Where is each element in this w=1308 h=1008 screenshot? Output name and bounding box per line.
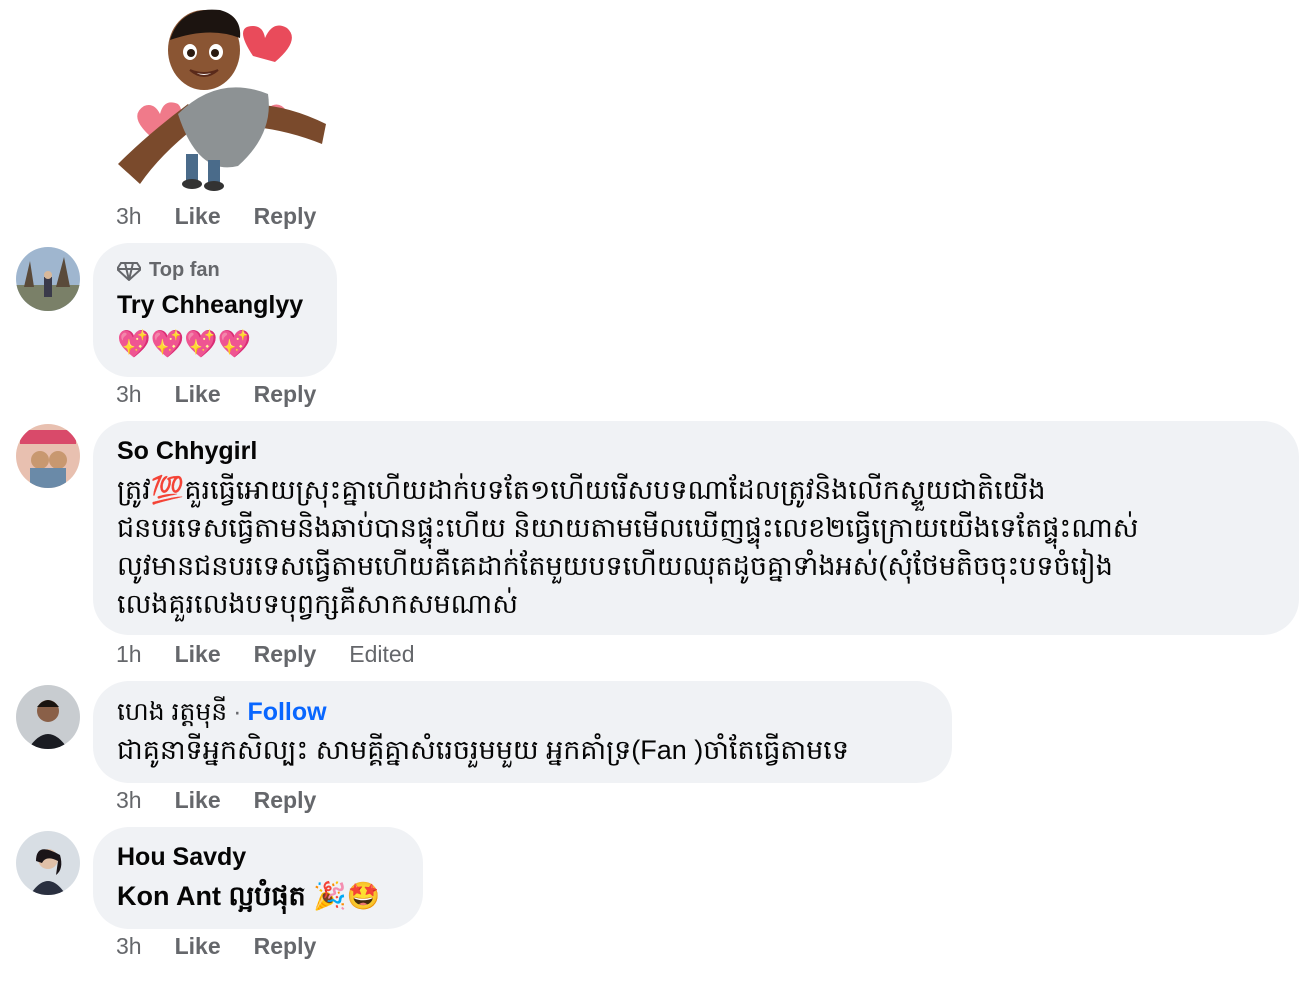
commenter-name[interactable]: Try Chheanglyy xyxy=(117,291,303,320)
badge-label: Top fan xyxy=(149,259,220,281)
reply-button[interactable]: Reply xyxy=(254,641,317,668)
comment-bubble: Hou Savdy Kon Ant ល្អបំផុត 🎉🤩 xyxy=(93,827,423,929)
comment-text: 💖💖💖💖 xyxy=(117,329,252,359)
avatar[interactable] xyxy=(16,685,80,749)
reply-button[interactable]: Reply xyxy=(254,381,317,408)
like-button[interactable]: Like xyxy=(175,203,221,230)
comment-actions: 3h Like Reply xyxy=(116,787,349,814)
reply-button[interactable]: Reply xyxy=(254,933,317,960)
timestamp[interactable]: 3h xyxy=(116,787,142,814)
reply-button[interactable]: Reply xyxy=(254,787,317,814)
commenter-name[interactable]: So Chhygirl xyxy=(117,437,257,466)
comment-text-line: លេងគួរលេងបទបុព្វក្សគឺសាកសមណាស់ xyxy=(117,589,518,619)
sticker-image xyxy=(108,4,340,192)
commenter-name[interactable]: Hou Savdy xyxy=(117,843,246,872)
comment-text-line: លូវមានជនបរទេសធ្វើតាមហើយគឺគេដាក់តែមួយបទហើ… xyxy=(117,551,1113,581)
like-button[interactable]: Like xyxy=(175,641,221,668)
diamond-icon xyxy=(117,261,141,281)
comment-text-line: ជនបរទេសធ្វើតាមនិងឆាប់បានផ្ទុះហើយ និយាយតា… xyxy=(117,513,1139,543)
timestamp[interactable]: 1h xyxy=(116,641,142,668)
commenter-header: ហេង រត្តមុនី · Follow xyxy=(117,698,327,726)
like-button[interactable]: Like xyxy=(175,933,221,960)
avatar[interactable] xyxy=(16,424,80,488)
avatar[interactable] xyxy=(16,247,80,311)
comment-text-line: ត្រូវ💯គួរធ្វើអោយស្រុះគ្នាហើយដាក់បទតែ១ហើយ… xyxy=(117,475,1046,505)
avatar[interactable] xyxy=(16,831,80,895)
comment-text: Kon Ant ល្អបំផុត 🎉🤩 xyxy=(117,881,381,911)
commenter-name[interactable]: ហេង រត្តមុនី xyxy=(117,698,227,726)
reply-button[interactable]: Reply xyxy=(254,203,317,230)
comment-actions: 3h Like Reply xyxy=(116,933,349,960)
comment-actions: 3h Like Reply xyxy=(116,381,349,408)
timestamp[interactable]: 3h xyxy=(116,381,142,408)
timestamp[interactable]: 3h xyxy=(116,203,142,230)
comment-bubble: ហេង រត្តមុនី · Follow ជាគូនាទីអ្នកសិល្បះ ស… xyxy=(93,681,952,783)
comment-bubble: Top fan Try Chheanglyy 💖💖💖💖 xyxy=(93,243,337,377)
edited-label[interactable]: Edited xyxy=(349,641,414,668)
comment-bubble: So Chhygirl ត្រូវ💯គួរធ្វើអោយស្រុះគ្នាហើយ… xyxy=(93,421,1299,635)
top-fan-badge: Top fan xyxy=(117,259,220,282)
like-button[interactable]: Like xyxy=(175,381,221,408)
timestamp[interactable]: 3h xyxy=(116,933,142,960)
comment-actions: 3h Like Reply xyxy=(116,203,349,230)
comment-text: ជាគូនាទីអ្នកសិល្បះ សាមគ្គីគ្នាសំរេចរួមមួ… xyxy=(117,735,849,765)
comment-actions: 1h Like Reply Edited xyxy=(116,641,447,668)
follow-button[interactable]: Follow xyxy=(247,698,326,726)
like-button[interactable]: Like xyxy=(175,787,221,814)
